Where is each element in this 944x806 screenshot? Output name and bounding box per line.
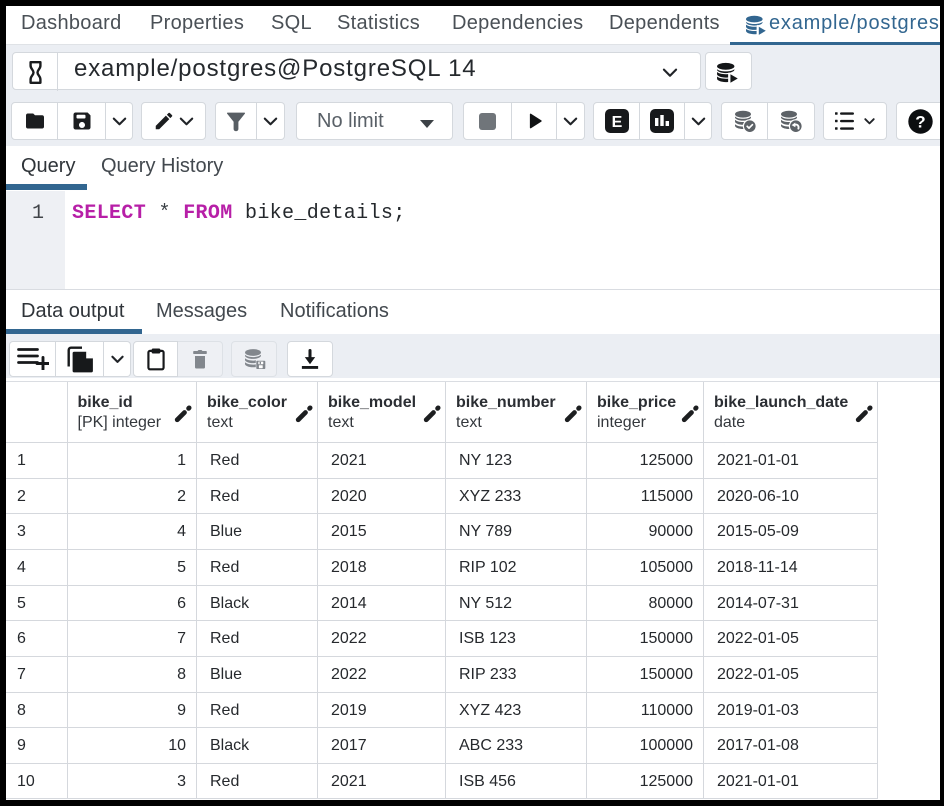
svg-text:E: E <box>611 114 622 131</box>
svg-text:?: ? <box>915 112 925 131</box>
